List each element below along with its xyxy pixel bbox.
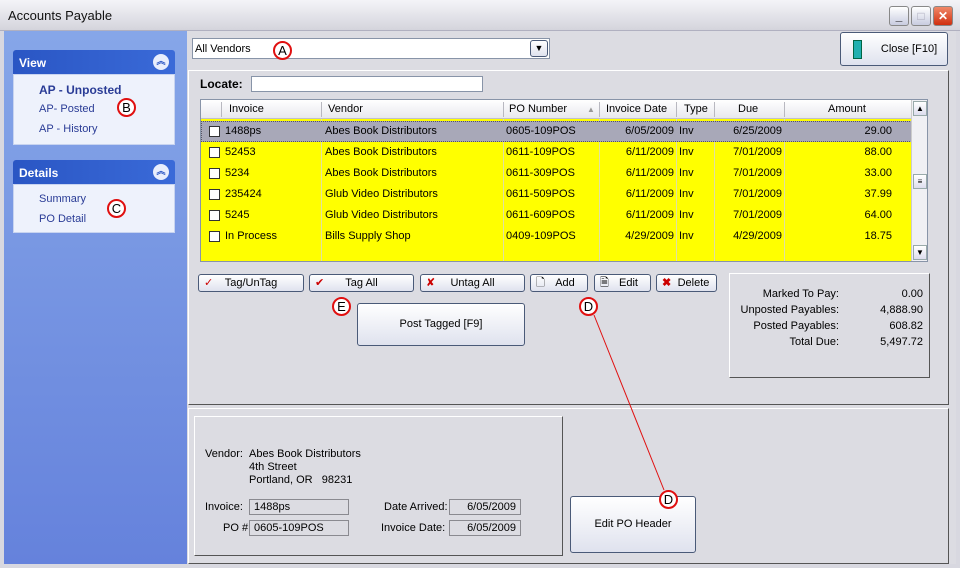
annotation-b: B bbox=[117, 98, 136, 117]
annotation-d-2: D bbox=[659, 490, 678, 509]
annotation-e: E bbox=[332, 297, 351, 316]
annotation-d: D bbox=[579, 297, 598, 316]
annotation-line bbox=[593, 314, 665, 491]
annotation-c: C bbox=[107, 199, 126, 218]
annotation-a: A bbox=[273, 41, 292, 60]
